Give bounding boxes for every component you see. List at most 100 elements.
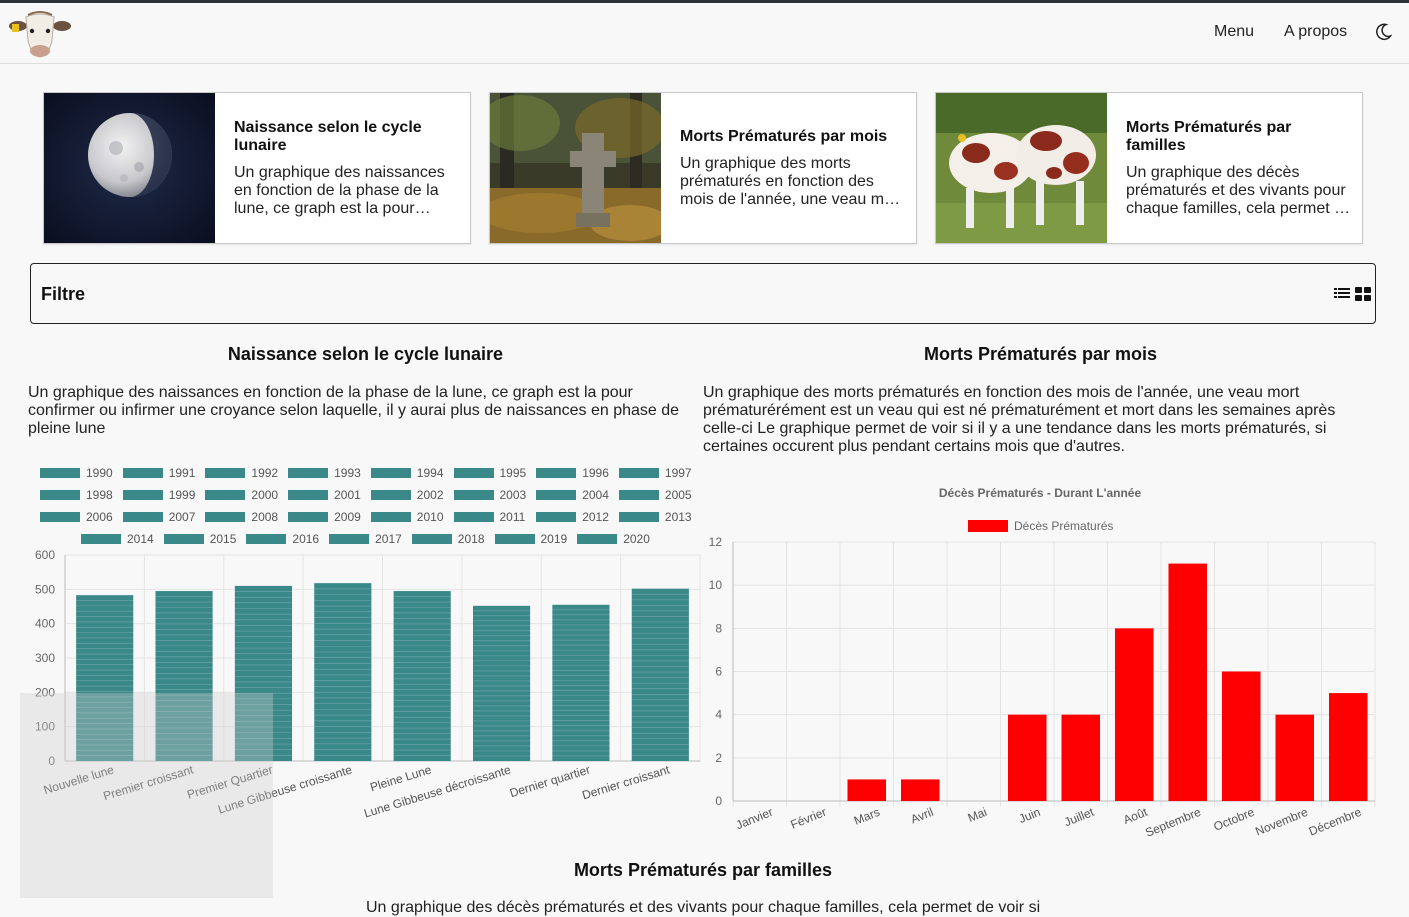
y-tick-label: 500 (35, 582, 55, 596)
legend-item-2013[interactable]: 2013 (618, 510, 699, 524)
y-tick-label: 4 (715, 708, 722, 722)
bar-Août[interactable] (1114, 628, 1154, 801)
bar-Mars[interactable] (847, 779, 887, 801)
legend-swatch (122, 490, 163, 500)
legend-item-2000[interactable]: 2000 (205, 488, 285, 502)
legend-item-2011[interactable]: 2011 (453, 510, 534, 524)
x-tick-label: Août (1121, 805, 1150, 827)
chart-title: Décès Prématurés - Durant L'année (939, 486, 1142, 500)
legend-label: 2005 (664, 488, 692, 502)
legend-label: 2002 (416, 488, 444, 502)
legend-item-1995[interactable]: 1995 (453, 466, 534, 480)
bar-Juin[interactable] (1007, 714, 1047, 801)
legend-item-1996[interactable]: 1996 (536, 466, 616, 480)
y-tick-label: 12 (709, 535, 723, 549)
legend-label: 1994 (416, 466, 444, 480)
bar-Lune Gibbeuse décroissante[interactable] (472, 605, 531, 761)
card-text: Un graphique des naissances en fonction … (234, 163, 445, 217)
y-tick-label: 300 (35, 651, 55, 665)
legend-label: 2008 (251, 510, 279, 524)
card-title: Morts Prématurés par familles (1126, 118, 1292, 154)
legend-item-2012[interactable]: 2012 (536, 510, 616, 524)
legend-swatch (370, 512, 411, 522)
card-family-deaths[interactable]: Morts Prématurés par familles Un graphiq… (935, 92, 1363, 244)
x-tick-label: Décembre (1307, 805, 1364, 839)
legend-item-2006[interactable]: 2006 (40, 510, 120, 524)
legend-label[interactable]: Décès Prématurés (1014, 519, 1113, 533)
bar-Décembre[interactable] (1328, 693, 1368, 801)
bar-Dernier croissant[interactable] (631, 588, 689, 761)
card-monthly-deaths[interactable]: Morts Prématurés par mois Un graphique d… (489, 92, 917, 244)
bar-Pleine Lune[interactable] (393, 591, 451, 761)
bar-Dernier quartier[interactable] (552, 604, 610, 761)
legend-swatch (618, 468, 659, 478)
bar-Lune Gibbeuse croissante[interactable] (314, 583, 372, 761)
calves-photo (936, 93, 1107, 243)
legend-label: 2000 (251, 488, 279, 502)
legend-item-2009[interactable]: 2009 (288, 510, 368, 524)
moon-icon[interactable] (1376, 23, 1392, 41)
y-tick-label: 8 (715, 621, 722, 635)
legend-swatch (122, 468, 163, 478)
legend-item-1991[interactable]: 1991 (122, 466, 203, 480)
x-tick-label: Février (789, 805, 829, 832)
legend-item-2001[interactable]: 2001 (288, 488, 368, 502)
x-tick-label: Janvier (734, 805, 775, 832)
legend-item-1994[interactable]: 1994 (370, 466, 451, 480)
legend-item-1998[interactable]: 1998 (40, 488, 120, 502)
legend-item-1999[interactable]: 1999 (122, 488, 203, 502)
nav-menu-link[interactable]: Menu (1214, 23, 1254, 41)
legend-label: 1993 (334, 466, 361, 480)
legend-label: 1995 (499, 466, 527, 480)
legend-swatch[interactable] (968, 520, 1008, 532)
legend-swatch (453, 512, 494, 522)
legend-label: 2011 (499, 510, 526, 524)
legend-swatch (288, 468, 329, 478)
nav-about-link[interactable]: A propos (1284, 23, 1347, 41)
legend-label: 1990 (86, 466, 113, 480)
legend-item-1997[interactable]: 1997 (618, 466, 699, 480)
list-view-icon[interactable] (1334, 287, 1350, 301)
legend-item-2004[interactable]: 2004 (536, 488, 616, 502)
legend-swatch (122, 512, 163, 522)
card-lunar-births[interactable]: Naissance selon le cycle lunaire Un grap… (43, 92, 471, 244)
families-section-description: Un graphique des décès prématurés et des… (366, 899, 1041, 916)
legend-label: 2010 (416, 510, 444, 524)
keybinding-overlay (20, 693, 273, 898)
families-section-title: Morts Prématurés par familles (573, 860, 833, 880)
x-tick-label: Septembre (1143, 805, 1203, 840)
legend-swatch (40, 468, 80, 478)
grid-view-icon[interactable] (1355, 287, 1371, 301)
legend-item-1992[interactable]: 1992 (205, 466, 285, 480)
legend-item-2002[interactable]: 2002 (370, 488, 451, 502)
legend-swatch (288, 490, 329, 500)
cow-head-icon[interactable] (8, 9, 72, 59)
legend-item-2005[interactable]: 2005 (618, 488, 699, 502)
cemetery-photo (490, 93, 661, 243)
legend-item-1993[interactable]: 1993 (288, 466, 368, 480)
legend-item-1990[interactable]: 1990 (40, 466, 120, 480)
bar-Novembre[interactable] (1275, 714, 1315, 801)
legend-item-2010[interactable]: 2010 (370, 510, 451, 524)
x-tick-label: Juillet (1062, 805, 1096, 830)
lunar-section-title: Naissance selon le cycle lunaire (227, 344, 504, 364)
legend-item-2008[interactable]: 2008 (205, 510, 285, 524)
legend-swatch (536, 512, 577, 522)
card-title: Morts Prématurés par mois (680, 127, 888, 145)
legend-item-2007[interactable]: 2007 (122, 510, 203, 524)
x-tick-label: Mai (966, 805, 989, 825)
y-tick-label: 6 (715, 665, 722, 679)
bar-Octobre[interactable] (1221, 671, 1261, 802)
legend-item-2003[interactable]: 2003 (453, 488, 534, 502)
x-tick-label: Dernier croissant (580, 762, 671, 802)
filter-panel[interactable]: Filtre (30, 263, 1376, 324)
bar-Avril[interactable] (900, 779, 940, 801)
monthly-section-description: Un graphique des morts prématurés en fon… (703, 384, 1336, 455)
legend-swatch (40, 512, 80, 522)
x-tick-label: Novembre (1253, 805, 1310, 839)
legend-label: 2009 (334, 510, 361, 524)
bar-Juillet[interactable] (1061, 714, 1101, 801)
legend-swatch (618, 512, 659, 522)
bar-Septembre[interactable] (1168, 563, 1208, 801)
lunar-section-description: Un graphique des naissances en fonction … (28, 384, 680, 437)
